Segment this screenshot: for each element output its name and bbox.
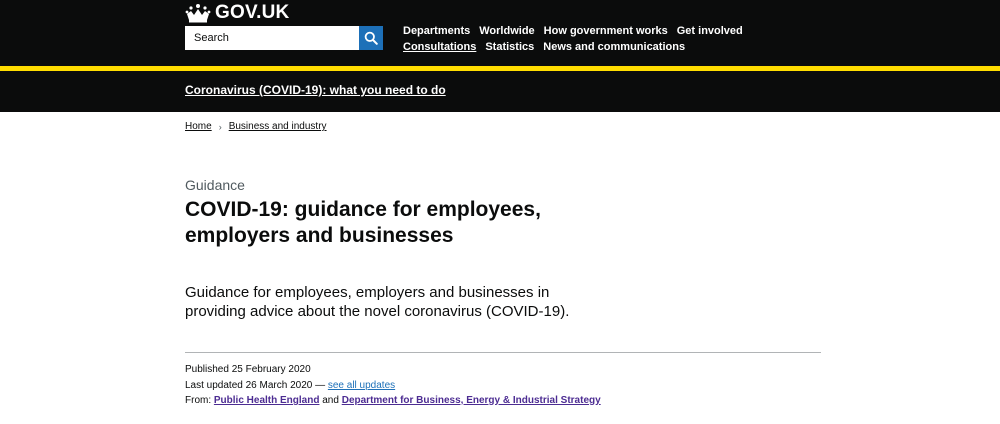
- org-link-beis[interactable]: Department for Business, Energy & Indust…: [342, 395, 601, 406]
- nav-news-and-communications[interactable]: News and communications: [543, 39, 685, 55]
- and-text: and: [322, 395, 339, 406]
- crown-icon: [185, 4, 211, 23]
- logo-text: GOV.UK: [215, 2, 290, 23]
- chevron-right-icon: ›: [218, 121, 222, 132]
- see-all-updates-link[interactable]: see all updates: [328, 380, 395, 391]
- main-navigation: Departments Worldwide How government wor…: [403, 23, 763, 55]
- govuk-logo-link[interactable]: GOV.UK: [185, 2, 289, 24]
- page-summary: Guidance for employees, employers and bu…: [185, 284, 570, 320]
- nav-worldwide[interactable]: Worldwide: [479, 23, 534, 39]
- search-button[interactable]: [359, 26, 383, 50]
- search-icon: [364, 31, 378, 45]
- nav-consultations[interactable]: Consultations: [403, 39, 476, 55]
- search-input[interactable]: [185, 26, 359, 50]
- last-updated-date: Last updated 26 March 2020 —: [185, 379, 326, 391]
- nav-departments[interactable]: Departments: [403, 23, 470, 39]
- site-header: GOV.UK Departments Worldwide How governm…: [0, 0, 1000, 66]
- search-form: [185, 26, 383, 50]
- nav-row-bottom: Consultations Statistics News and commun…: [403, 39, 763, 55]
- nav-how-government-works[interactable]: How government works: [544, 23, 668, 39]
- nav-row-top: Departments Worldwide How government wor…: [403, 23, 763, 39]
- nav-get-involved[interactable]: Get involved: [677, 23, 743, 39]
- from-row: From: Public Health England and Departme…: [185, 393, 601, 409]
- nav-statistics[interactable]: Statistics: [485, 39, 534, 55]
- covid-banner: Coronavirus (COVID-19): what you need to…: [0, 71, 1000, 112]
- published-date: Published 25 February 2020: [185, 364, 311, 375]
- page-caption: Guidance: [185, 177, 245, 193]
- page-metadata: Published 25 February 2020 Last updated …: [185, 362, 601, 409]
- metadata-divider: [185, 352, 821, 353]
- page-title: COVID-19: guidance for employees, employ…: [185, 198, 541, 247]
- covid-banner-link[interactable]: Coronavirus (COVID-19): what you need to…: [185, 83, 446, 97]
- org-link-public-health-england[interactable]: Public Health England: [214, 395, 320, 406]
- breadcrumb: Home › Business and industry: [185, 121, 327, 132]
- from-label: From:: [185, 395, 212, 406]
- breadcrumb-business-and-industry[interactable]: Business and industry: [229, 121, 327, 132]
- breadcrumb-home[interactable]: Home: [185, 121, 212, 132]
- last-updated-row: Last updated 26 March 2020 — see all upd…: [185, 378, 601, 394]
